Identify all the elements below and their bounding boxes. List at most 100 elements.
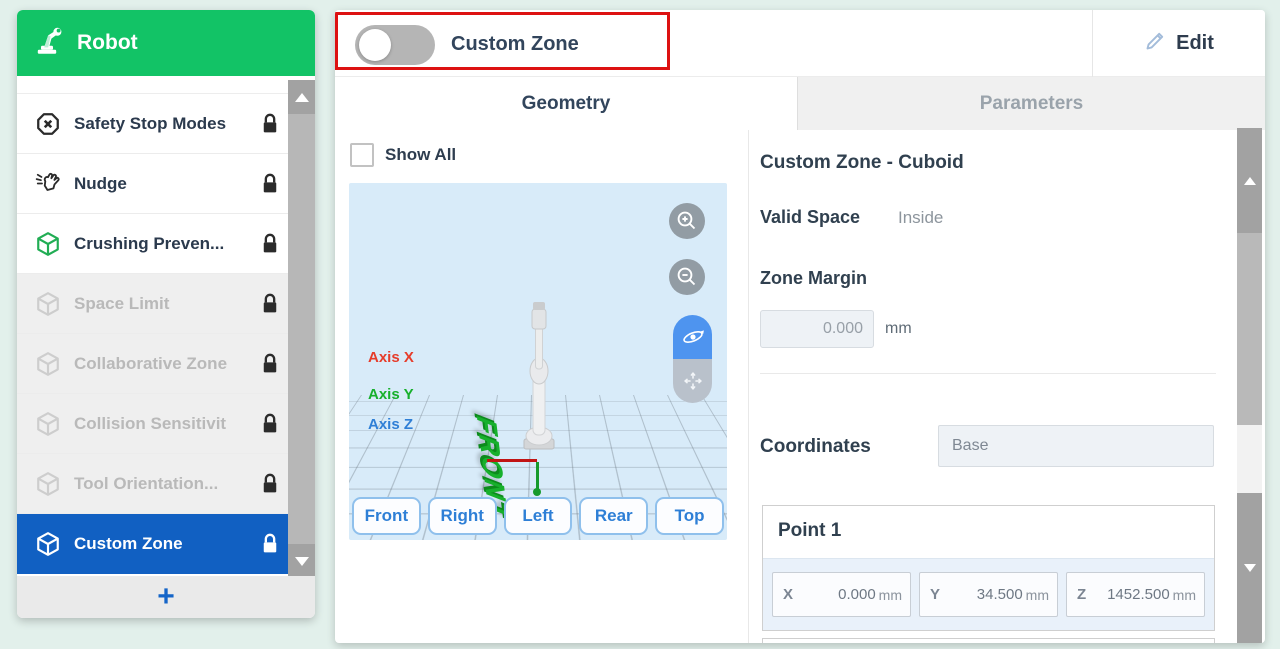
axis-unit: mm (879, 587, 902, 603)
robot-arm-model (517, 301, 563, 466)
view-control-capsule (673, 315, 712, 403)
pane-divider (748, 130, 749, 643)
custom-zone-toggle[interactable] (355, 25, 435, 65)
lock-icon (260, 353, 280, 375)
sidebar-list: Safety Stop Modes Nudge (17, 76, 288, 574)
robot-settings-screen: Robot Safety Stop Modes (0, 0, 1280, 649)
show-all-label: Show All (385, 145, 456, 165)
add-zone-button[interactable]: + (17, 576, 315, 618)
sidebar-item-custom-zone[interactable]: Custom Zone (17, 514, 288, 574)
tab-label: Geometry (522, 93, 611, 115)
sidebar-scrollbar[interactable] (288, 80, 315, 578)
y-axis-endpoint (533, 488, 541, 496)
axis-value: 1452.500 (1086, 586, 1170, 603)
view-rear-button[interactable]: Rear (579, 497, 648, 535)
sidebar-item-nudge[interactable]: Nudge (17, 154, 288, 214)
coordinates-label: Coordinates (760, 436, 871, 458)
point-z-field[interactable]: Z 1452.500 mm (1066, 572, 1205, 617)
axis-unit: mm (1026, 587, 1049, 603)
pencil-icon (1143, 29, 1167, 58)
robot-3d-viewport[interactable]: FRONT Axis X Axis Y Axis Z (349, 183, 727, 540)
plus-icon: + (157, 580, 175, 614)
sidebar-item-safety-stop-modes[interactable]: Safety Stop Modes (17, 94, 288, 154)
valid-space-label: Valid Space (760, 207, 860, 228)
point-1-panel: Point 1 X 0.000 mm Y 34.500 mm Z 1452.50 (762, 505, 1215, 631)
lock-icon (260, 233, 280, 255)
stop-octagon-icon (35, 111, 61, 137)
cube-icon (35, 231, 61, 257)
axis-letter: X (783, 586, 793, 603)
toggle-knob (359, 29, 391, 61)
sidebar-title: Robot (77, 31, 138, 55)
y-axis-line (536, 462, 539, 491)
top-bar: Custom Zone Edit (335, 10, 1265, 77)
sidebar-item-label: Safety Stop Modes (74, 114, 247, 134)
panel-scroll-track[interactable] (1237, 425, 1262, 493)
sidebar-item-label: Tool Orientation... (74, 474, 247, 494)
show-all-checkbox-row[interactable]: Show All (350, 143, 456, 167)
pan-view-button[interactable] (673, 359, 712, 403)
lock-icon (260, 293, 280, 315)
point-y-field[interactable]: Y 34.500 mm (919, 572, 1058, 617)
rotate-view-button[interactable] (673, 315, 712, 359)
zoom-out-button[interactable] (669, 259, 705, 295)
scroll-down-button[interactable] (288, 544, 315, 578)
axis-z-legend: Axis Z (368, 416, 413, 433)
zone-margin-unit: mm (885, 320, 912, 338)
cube-icon (35, 471, 61, 497)
cube-icon (35, 351, 61, 377)
view-right-button[interactable]: Right (428, 497, 497, 535)
valid-space-value: Inside (898, 208, 943, 228)
view-top-button[interactable]: Top (655, 497, 724, 535)
sidebar-item-label: Space Limit (74, 294, 247, 314)
axis-value: 34.500 (940, 586, 1023, 603)
point-1-fields-row: X 0.000 mm Y 34.500 mm Z 1452.500 mm (763, 558, 1214, 630)
zone-margin-input[interactable]: 0.000 (760, 310, 874, 348)
edit-label: Edit (1176, 32, 1214, 55)
view-front-button[interactable]: Front (352, 497, 421, 535)
coordinates-select[interactable]: Base (938, 425, 1214, 467)
tab-parameters[interactable]: Parameters (797, 77, 1265, 130)
edit-button[interactable]: Edit (1092, 10, 1265, 77)
view-left-button[interactable]: Left (504, 497, 573, 535)
panel-scroll-thumb[interactable] (1237, 233, 1262, 425)
main-panel: Custom Zone Edit Geometry Parameters (335, 10, 1265, 643)
axis-x-legend: Axis X (368, 349, 414, 366)
tab-bar: Geometry Parameters (335, 77, 1265, 130)
axis-unit: mm (1173, 587, 1196, 603)
next-point-panel-edge (762, 638, 1215, 643)
geometry-content: Show All FRONT Axis X Axis (335, 130, 1265, 643)
scroll-up-button[interactable] (288, 80, 315, 114)
lock-icon (260, 413, 280, 435)
axis-letter: Z (1077, 586, 1086, 603)
x-axis-line (487, 459, 537, 462)
sidebar-item-tool-orientation[interactable]: Tool Orientation... (17, 454, 288, 514)
point-x-field[interactable]: X 0.000 mm (772, 572, 911, 617)
show-all-checkbox[interactable] (350, 143, 374, 167)
panel-scroll-up-button[interactable] (1237, 128, 1262, 233)
sidebar-item-collision-sensitivity[interactable]: Collision Sensitivit (17, 394, 288, 454)
sidebar-item-partial[interactable] (17, 76, 288, 94)
arrow-down-icon (295, 557, 309, 566)
point-1-title: Point 1 (763, 506, 1214, 542)
panel-scroll-down-button[interactable] (1237, 493, 1262, 643)
sidebar-item-label: Nudge (74, 174, 247, 194)
axis-letter: Y (930, 586, 940, 603)
zoom-in-button[interactable] (669, 203, 705, 239)
cube-icon (35, 411, 61, 437)
nudge-hand-icon (35, 171, 61, 197)
sidebar-item-crushing-prevention[interactable]: Crushing Preven... (17, 214, 288, 274)
sidebar-item-label: Crushing Preven... (74, 234, 247, 254)
toggle-label: Custom Zone (451, 33, 579, 56)
lock-icon (260, 173, 280, 195)
lock-icon (260, 533, 280, 555)
tab-geometry[interactable]: Geometry (335, 77, 797, 130)
sidebar-item-label: Custom Zone (74, 534, 247, 554)
sidebar-item-space-limit[interactable]: Space Limit (17, 274, 288, 334)
lock-icon (260, 113, 280, 135)
sidebar-item-collaborative-zone[interactable]: Collaborative Zone (17, 334, 288, 394)
cube-icon (35, 291, 61, 317)
sidebar-item-label: Collaborative Zone (74, 354, 247, 374)
cube-icon (35, 531, 61, 557)
axis-y-legend: Axis Y (368, 386, 414, 403)
